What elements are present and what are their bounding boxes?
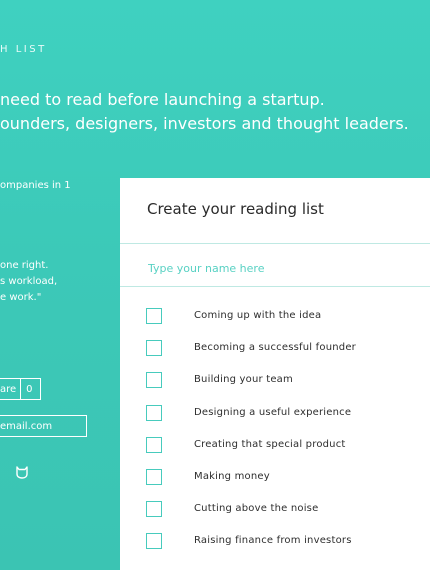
list-item-label: Coming up with the idea bbox=[194, 310, 322, 321]
list-item[interactable]: Making money bbox=[146, 468, 270, 501]
list-item-label: Building your team bbox=[194, 374, 293, 386]
list-item-label: Making money bbox=[194, 470, 270, 482]
share-label: are bbox=[0, 383, 17, 395]
quote-text: one right. s workload, e work." bbox=[0, 258, 57, 306]
hero-line-1: need to read before launching a startup. bbox=[0, 90, 325, 109]
cat-face-icon[interactable] bbox=[15, 465, 29, 479]
list-item-label: Raising finance from investors bbox=[194, 535, 352, 547]
quote-line: one right. bbox=[0, 260, 49, 271]
reading-list-card: Create your reading list Coming up with … bbox=[120, 178, 430, 570]
list-item[interactable]: Building your team bbox=[146, 372, 293, 404]
card-title: Create your reading list bbox=[147, 200, 324, 218]
list-item[interactable]: Creating that special product bbox=[146, 436, 345, 469]
checkbox[interactable] bbox=[146, 533, 162, 550]
list-item[interactable]: Cutting above the noise bbox=[146, 501, 318, 533]
checkbox[interactable] bbox=[146, 340, 162, 357]
list-item[interactable]: Becoming a successful founder bbox=[146, 340, 356, 372]
share-button[interactable]: are 0 bbox=[0, 378, 41, 400]
list-item[interactable]: Designing a useful experience bbox=[146, 404, 351, 437]
email-field[interactable]: email.com bbox=[0, 415, 87, 437]
name-input[interactable] bbox=[146, 256, 420, 280]
checkbox[interactable] bbox=[146, 372, 162, 389]
list-item[interactable]: Coming up with the idea bbox=[146, 308, 321, 340]
quote-line: e work." bbox=[0, 292, 42, 303]
list-item-label: Becoming a successful founder bbox=[194, 342, 356, 354]
companies-text: ompanies in 1 bbox=[0, 180, 71, 191]
list-item-label: Creating that special product bbox=[194, 438, 346, 450]
list-item[interactable]: Raising finance from investors bbox=[146, 533, 351, 565]
list-item-label: Designing a useful experience bbox=[194, 406, 352, 418]
checkbox[interactable] bbox=[146, 501, 162, 518]
topic-list: Coming up with the idea Becoming a succe… bbox=[146, 308, 356, 566]
hero-line-2: ounders, designers, investors and though… bbox=[0, 114, 409, 133]
checkbox[interactable] bbox=[146, 404, 162, 421]
divider bbox=[120, 243, 430, 244]
checkbox[interactable] bbox=[146, 436, 162, 453]
share-count: 0 bbox=[20, 379, 37, 399]
checkbox[interactable] bbox=[146, 308, 162, 324]
brand-label: H LIST bbox=[0, 44, 47, 55]
list-item-label: Cutting above the noise bbox=[194, 503, 319, 515]
checkbox[interactable] bbox=[146, 468, 162, 485]
divider bbox=[120, 286, 430, 287]
quote-line: s workload, bbox=[0, 276, 58, 287]
